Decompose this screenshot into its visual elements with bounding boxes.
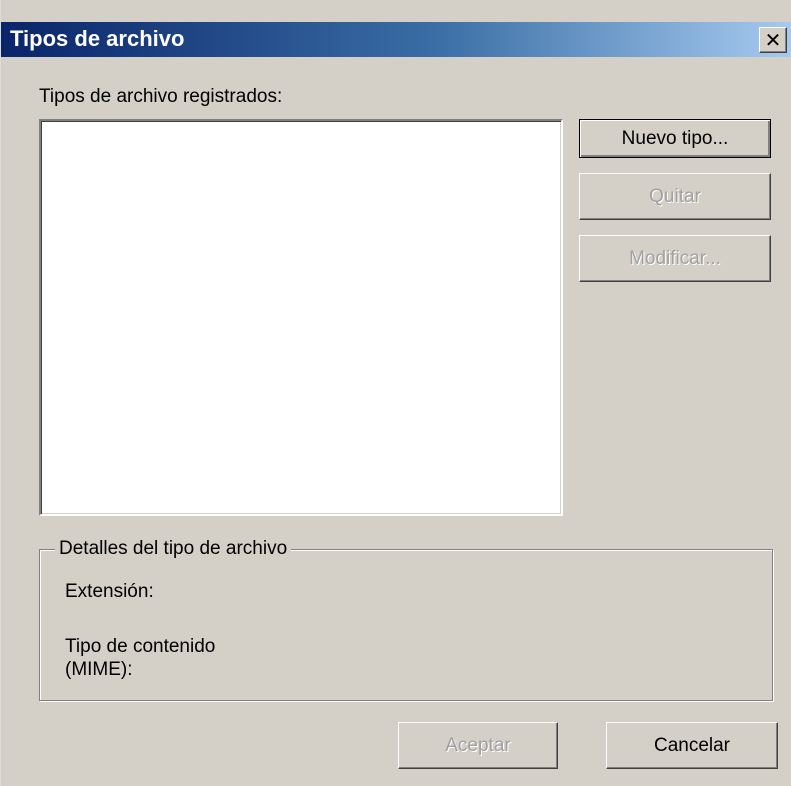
cancel-button[interactable]: Cancelar	[606, 722, 778, 769]
title-bar[interactable]: Tipos de archivo ✕	[1, 22, 791, 57]
extension-label: Extensión:	[65, 581, 154, 602]
content-type-label: Tipo de contenido	[65, 636, 216, 657]
dialog-title: Tipos de archivo	[10, 26, 185, 51]
registered-types-list[interactable]	[39, 119, 563, 516]
new-type-button[interactable]: Nuevo tipo...	[579, 119, 771, 158]
close-icon: ✕	[764, 28, 782, 52]
file-types-dialog: Tipos de archivo ✕ Tipos de archivo regi…	[0, 0, 791, 786]
file-type-details-group	[39, 549, 773, 701]
remove-button[interactable]: Quitar	[579, 173, 771, 220]
file-type-details-legend: Detalles del tipo de archivo	[55, 538, 292, 560]
modify-button[interactable]: Modificar...	[579, 235, 771, 282]
close-button[interactable]: ✕	[759, 27, 787, 53]
content-type-label-mime: (MIME):	[65, 659, 133, 680]
accept-button[interactable]: Aceptar	[398, 722, 558, 769]
registered-types-label: Tipos de archivo registrados:	[39, 86, 283, 107]
